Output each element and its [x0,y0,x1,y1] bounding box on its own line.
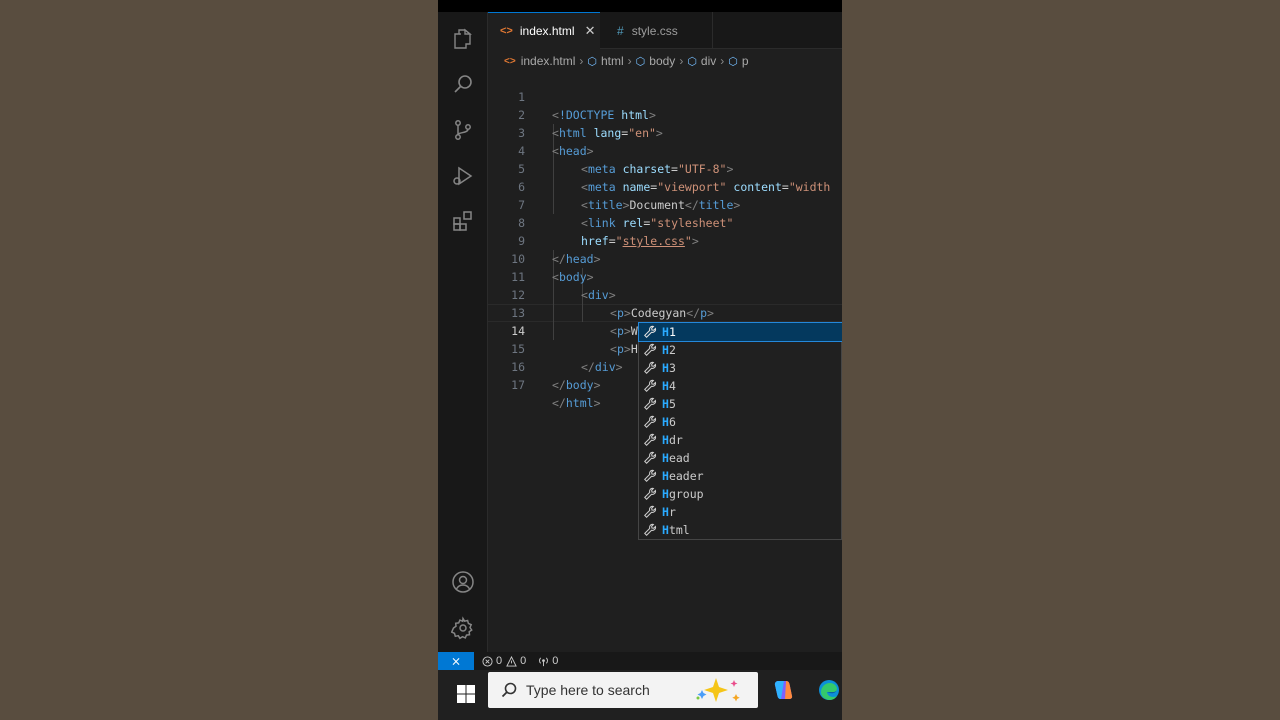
search-icon [501,682,517,698]
suggestion-item[interactable]: H5 [639,395,842,413]
warning-icon [506,655,517,667]
html-file-icon: <> [504,55,516,67]
accounts-icon[interactable] [451,570,475,594]
taskbar-search-box[interactable]: Type here to search [488,672,758,708]
sparkle-highlight-icon [696,678,740,702]
element-cube-icon: ⬡ [635,55,646,68]
element-cube-icon: ⬡ [587,55,597,68]
windows-taskbar: Type here to search [438,670,842,720]
element-cube-icon: ⬡ [687,55,697,68]
problems-status[interactable]: 0 0 [482,655,526,667]
breadcrumb: <> index.html › ⬡ html › ⬡ body › ⬡ div › ⬡ p [504,52,749,70]
code-line: 6 <title>Document</title> [518,180,741,212]
element-cube-icon: ⬡ [728,55,738,68]
html-file-icon: <> [500,25,513,37]
code-line: 2 <html lang="en"> [518,108,663,140]
code-line: 5 <meta name="viewport" content="width [518,162,831,194]
snippet-wrench-icon [644,451,657,464]
autocomplete-suggestions: H1 H2 H3 H4 H5 H6 Hdr Head Header Hgroup… [638,322,842,540]
css-file-icon: # [617,23,624,38]
breadcrumb-p[interactable]: ⬡ p [728,54,748,68]
vscode-window: <> index.html ✕ # style.css <> index.html… [438,0,842,720]
snippet-wrench-icon [644,505,657,518]
code-line: 4 <meta charset="UTF-8"> [518,144,734,176]
suggestion-item[interactable]: Header [639,467,842,485]
edge-browser-icon[interactable] [817,678,841,702]
extensions-icon[interactable] [451,209,475,233]
snippet-wrench-icon [644,361,657,374]
run-debug-icon[interactable] [451,164,475,188]
code-line: 10 <body> [511,252,594,284]
suggestion-item[interactable]: Html [639,521,842,539]
suggestion-item[interactable]: H2 [639,341,842,359]
snippet-wrench-icon [644,469,657,482]
search-placeholder: Type here to search [526,682,650,698]
chevron-right-icon: › [720,54,725,68]
suggestion-item[interactable]: H3 [639,359,842,377]
code-line: 13 <p>With</p> [511,306,686,338]
suggestion-item[interactable]: Hgroup [639,485,842,503]
suggestion-item[interactable]: Hdr [639,431,842,449]
snippet-wrench-icon [644,415,657,428]
code-line: 1 <!DOCTYPE html> [518,90,656,122]
code-line-current: 14 <p>H</p> [511,324,666,356]
suggestion-item[interactable]: H4 [639,377,842,395]
copilot-icon[interactable] [772,678,796,702]
snippet-wrench-icon [644,523,657,536]
code-line: 12 <p>Codegyan</p> [511,288,714,320]
windows-start-icon[interactable] [455,683,477,705]
remote-indicator-icon[interactable]: ⨯ [438,652,474,670]
chevron-right-icon: › [679,54,684,68]
close-icon[interactable]: ✕ [585,23,596,39]
code-line: 7 <link rel="stylesheet" [518,198,734,230]
tab-label: index.html [519,24,575,38]
tab-style-css[interactable]: # style.css [601,12,713,49]
breadcrumb-html[interactable]: ⬡ html [587,54,623,68]
snippet-wrench-icon [644,487,657,500]
suggestion-item[interactable]: H1 [638,322,842,342]
tab-index-html[interactable]: <> index.html ✕ [488,12,600,49]
snippet-wrench-icon [644,379,657,392]
breadcrumb-file[interactable]: <> index.html [504,54,575,68]
chevron-right-icon: › [627,54,632,68]
code-line: 11 <div> [511,270,616,302]
code-line: 3 <head> [518,126,594,158]
breadcrumb-div[interactable]: ⬡ div [687,54,716,68]
status-bar: ⨯ 0 0 0 [438,652,842,670]
chevron-right-icon: › [579,54,584,68]
suggestion-item[interactable]: Hr [639,503,842,521]
settings-gear-icon[interactable] [451,616,475,640]
activity-bar [438,12,488,652]
breadcrumb-body[interactable]: ⬡ body [636,54,676,68]
top-bar [438,0,842,12]
error-icon [482,655,493,667]
source-control-icon[interactable] [451,118,475,142]
background-right [842,0,1280,720]
snippet-wrench-icon [644,325,657,338]
tab-label: style.css [631,23,678,38]
background-left [0,0,438,720]
ports-status[interactable]: 0 [538,655,558,667]
search-icon[interactable] [451,72,475,96]
snippet-wrench-icon [644,397,657,410]
suggestion-item[interactable]: Head [639,449,842,467]
snippet-wrench-icon [644,343,657,356]
explorer-icon[interactable] [451,27,475,51]
broadcast-icon [539,656,549,666]
code-line: 9 </head> [518,234,601,266]
suggestion-item[interactable]: H6 [639,413,842,431]
code-line: 8 href="style.css"> [518,216,699,248]
snippet-wrench-icon [644,433,657,446]
editor-tabs: <> index.html ✕ # style.css [488,12,842,49]
